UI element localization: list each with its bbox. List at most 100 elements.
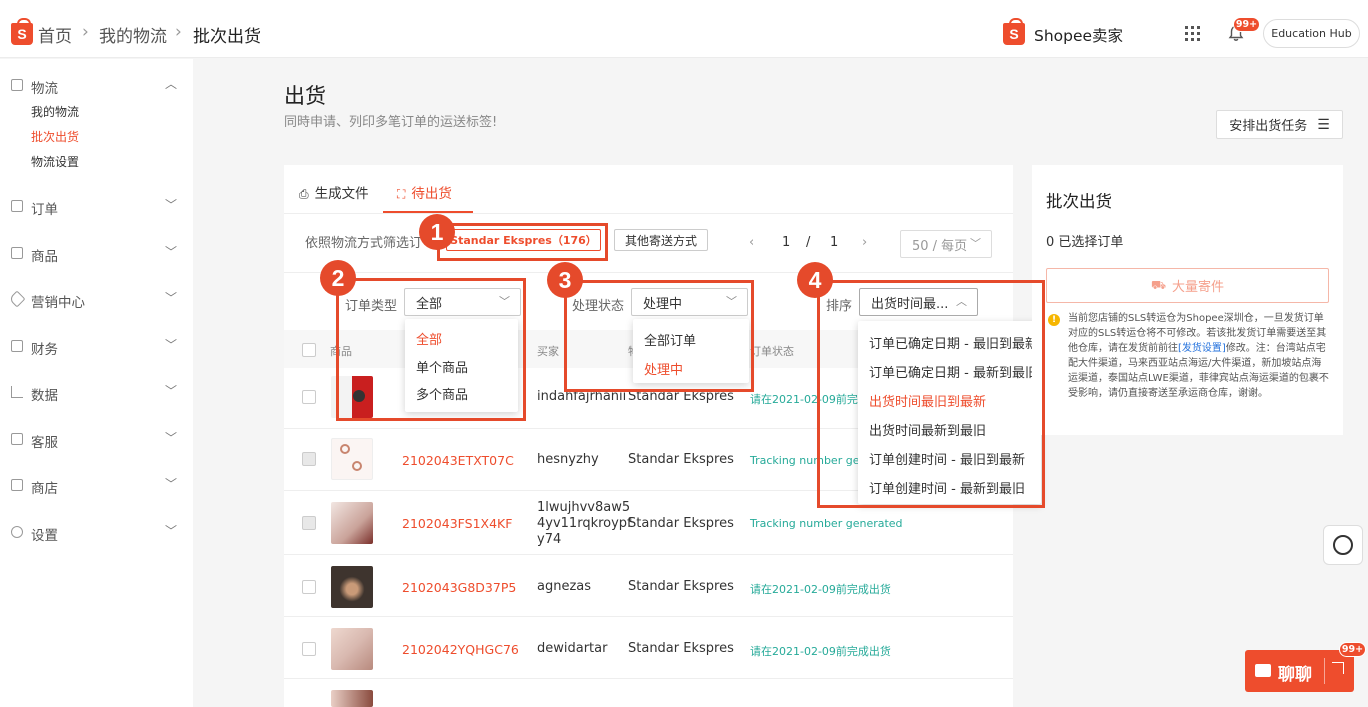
- top-bar: S 首页 › 我的物流 › 批次出货 S Shopee卖家 99+ Educat…: [0, 0, 1368, 58]
- chevron-up-icon: ︿: [165, 77, 178, 91]
- per-page-value: 50 / 每页: [912, 238, 968, 254]
- order-id-link[interactable]: 2102042YQHGC76: [402, 642, 519, 657]
- total-pages: 1: [830, 235, 839, 250]
- arrange-label: 安排出货任务: [1229, 119, 1308, 134]
- sidebar-group-logistics[interactable]: 物流 ︿: [0, 74, 193, 98]
- row-checkbox[interactable]: [302, 642, 316, 656]
- breadcrumb-home[interactable]: 首页: [38, 22, 72, 47]
- shopee-seller-logo-icon[interactable]: S: [1003, 18, 1025, 45]
- sidebar-group-label: 数据: [31, 388, 58, 404]
- chat-button[interactable]: 聊聊: [1245, 650, 1354, 692]
- sidebar-group-label: 订单: [31, 202, 58, 218]
- active-tab-indicator: [383, 211, 473, 213]
- prev-page-icon[interactable]: ‹: [749, 235, 754, 250]
- sidebar-group-shop[interactable]: 商店 ﹀: [0, 474, 193, 498]
- current-page: 1: [782, 235, 791, 250]
- filter-chip-other-shipping[interactable]: 其他寄送方式: [614, 229, 708, 251]
- tab-generate-file[interactable]: ⎙ 生成文件: [299, 182, 369, 202]
- breadcrumb-my-logistics[interactable]: 我的物流: [99, 22, 167, 47]
- chevron-down-icon: ﹀: [165, 338, 178, 352]
- buyer-name-line: y74: [537, 532, 562, 547]
- product-thumbnail[interactable]: [331, 690, 373, 707]
- chevron-right-icon: ›: [82, 22, 89, 42]
- sidebar-group-finance[interactable]: 财务 ﹀: [0, 335, 193, 359]
- shipping-settings-link[interactable]: [发货设置]: [1178, 343, 1226, 354]
- chat-label: 聊聊: [1278, 665, 1312, 685]
- chat-bubble-icon: [1255, 664, 1271, 677]
- annotation-number-2: 2: [320, 260, 356, 296]
- order-id-link[interactable]: 2102043ETXT07C: [402, 453, 514, 468]
- menu-icon: ☰: [1317, 116, 1330, 133]
- column-header-buyer: 买家: [537, 345, 559, 358]
- chat-badge: 99+: [1339, 642, 1366, 657]
- minimize-icon[interactable]: [1332, 662, 1344, 674]
- print-icon: ⎙: [299, 187, 309, 201]
- sidebar-group-label: 设置: [31, 528, 58, 544]
- selected-count: 0 已选择订单: [1046, 235, 1124, 250]
- product-thumbnail[interactable]: [331, 566, 373, 608]
- column-header-status: 订单状态: [750, 345, 794, 358]
- sidebar-group-data[interactable]: 数据 ﹀: [0, 381, 193, 405]
- batch-ship-panel: 批次出货 0 已选择订单 ⛟ 大量寄件 ! 当前您店铺的SLS转运仓为Shopee…: [1032, 165, 1343, 435]
- tab-to-ship[interactable]: ⛶ 待出货: [397, 182, 452, 202]
- page-title: 出货: [284, 84, 326, 108]
- gear-icon: [11, 526, 23, 538]
- sidebar-group-service[interactable]: 客服 ﹀: [0, 428, 193, 452]
- headset-icon: [11, 433, 23, 445]
- shop-icon: [11, 479, 23, 491]
- annotation-number-3: 3: [547, 262, 583, 298]
- chevron-down-icon: ﹀: [165, 384, 178, 398]
- warning-icon: !: [1048, 314, 1060, 326]
- chevron-down-icon: ﹀: [970, 237, 981, 250]
- chart-icon: [11, 386, 23, 398]
- brand-name[interactable]: Shopee卖家: [1034, 24, 1123, 46]
- product-thumbnail[interactable]: [331, 438, 373, 480]
- education-hub-button[interactable]: Education Hub: [1263, 19, 1360, 48]
- sidebar-group-products[interactable]: 商品 ﹀: [0, 242, 193, 266]
- annotation-box-4: [817, 280, 1045, 508]
- bulk-ship-button[interactable]: ⛟ 大量寄件: [1046, 268, 1329, 303]
- sidebar-group-orders[interactable]: 订单 ﹀: [0, 195, 193, 219]
- sidebar-group-label: 物流: [31, 81, 58, 97]
- truck-icon: ⛟: [1150, 277, 1167, 292]
- sidebar-item-logistics-settings[interactable]: 物流设置: [31, 153, 79, 170]
- notification-badge: 99+: [1233, 17, 1260, 32]
- shipping-method: Standar Ekspres: [628, 452, 734, 467]
- next-page-icon[interactable]: ›: [862, 235, 867, 250]
- order-status: Tracking number generated: [750, 517, 903, 530]
- help-float-button[interactable]: [1323, 525, 1363, 565]
- row-checkbox[interactable]: [302, 390, 316, 404]
- annotation-number-4: 4: [797, 262, 833, 298]
- clipboard-icon: [11, 200, 23, 212]
- sidebar-item-my-logistics[interactable]: 我的物流: [31, 103, 79, 120]
- order-id-link[interactable]: 2102043FS1X4KF: [402, 516, 512, 531]
- sidebar-item-batch-ship[interactable]: 批次出货: [31, 128, 79, 145]
- row-divider: [284, 678, 1013, 679]
- chevron-right-icon: ›: [175, 22, 182, 42]
- chat-divider: [1324, 658, 1325, 684]
- shopee-logo-icon[interactable]: S: [11, 18, 33, 45]
- select-all-checkbox[interactable]: [302, 343, 316, 357]
- filter-label: 依照物流方式筛选订: [305, 236, 423, 251]
- tag-icon: [8, 290, 26, 308]
- product-thumbnail[interactable]: [331, 502, 373, 544]
- chevron-down-icon: ﹀: [165, 245, 178, 259]
- page-subtitle: 同時申请、列印多笔订单的运送标签!: [284, 115, 498, 130]
- order-id-link[interactable]: 2102043G8D37P5: [402, 580, 516, 595]
- per-page-select[interactable]: 50 / 每页 ﹀: [900, 230, 992, 258]
- box-icon: [11, 79, 23, 91]
- sidebar-group-marketing[interactable]: 营销中心 ﹀: [0, 288, 193, 312]
- sidebar-group-label: 商品: [31, 249, 58, 265]
- shipping-method: Standar Ekspres: [628, 579, 734, 594]
- apps-grid-icon[interactable]: [1185, 26, 1200, 41]
- annotation-box-1: [437, 223, 608, 261]
- annotation-number-1: 1: [419, 214, 455, 250]
- product-thumbnail[interactable]: [331, 628, 373, 670]
- shipping-notice: 当前您店铺的SLS转运仓为Shopee深圳仓，一旦发货订单对应的SLS转运仓将不…: [1068, 311, 1331, 401]
- chevron-down-icon: ﹀: [165, 524, 178, 538]
- package-icon: ⛶: [397, 187, 406, 201]
- sidebar-group-settings[interactable]: 设置 ﹀: [0, 521, 193, 545]
- arrange-shipment-button[interactable]: 安排出货任务 ☰: [1216, 110, 1343, 139]
- row-checkbox[interactable]: [302, 580, 316, 594]
- filter-divider: [284, 272, 1013, 273]
